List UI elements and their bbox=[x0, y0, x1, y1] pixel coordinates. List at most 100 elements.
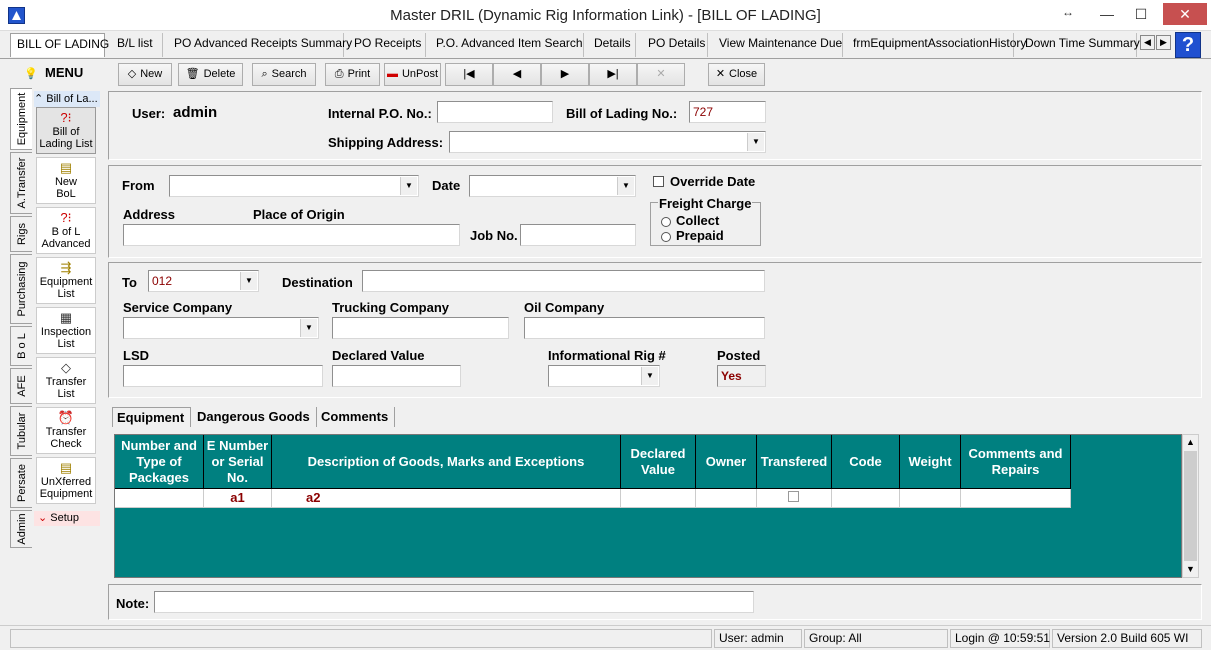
cancel-edit-button[interactable]: ✕ bbox=[637, 63, 685, 86]
nav-unxferred-equipment[interactable]: ▤ UnXferred Equipment bbox=[36, 457, 96, 504]
close-window-button[interactable]: ✕ bbox=[1163, 3, 1207, 25]
scroll-up-icon[interactable]: ▲ bbox=[1183, 435, 1198, 450]
cell-packages[interactable] bbox=[115, 489, 204, 508]
first-record-button[interactable]: |◀ bbox=[445, 63, 493, 86]
col-packages[interactable]: Number and Type of Packages bbox=[115, 435, 204, 489]
col-owner[interactable]: Owner bbox=[696, 435, 757, 489]
status-user: User: admin bbox=[714, 629, 802, 648]
col-transfered[interactable]: Transfered bbox=[757, 435, 832, 489]
previous-record-button[interactable]: ◀ bbox=[493, 63, 541, 86]
tab-view-maintenance-due[interactable]: View Maintenance Due bbox=[713, 33, 843, 57]
address-input[interactable] bbox=[123, 224, 460, 246]
tab-scroll-right-button[interactable]: ▶ bbox=[1156, 35, 1171, 50]
bill-of-lading-group-header[interactable]: ⌃ Bill of La... bbox=[34, 91, 100, 107]
cell-comments[interactable] bbox=[961, 489, 1071, 508]
cell-code[interactable] bbox=[832, 489, 900, 508]
print-button[interactable]: ⎙ Print bbox=[325, 63, 380, 86]
header-panel: User: admin Internal P.O. No.: Bill of L… bbox=[108, 91, 1202, 160]
close-button[interactable]: ✕ Close bbox=[708, 63, 765, 86]
cell-owner[interactable] bbox=[696, 489, 757, 508]
vtab-rigs[interactable]: Rigs bbox=[10, 216, 32, 252]
col-serial[interactable]: E Number or Serial No. bbox=[204, 435, 272, 489]
unpost-button[interactable]: ▬ UnPost bbox=[384, 63, 441, 86]
note-input[interactable] bbox=[154, 591, 754, 613]
menu-label: MENU bbox=[45, 65, 84, 80]
to-panel: To 012 ▼ Destination Service Company ▼ Tr… bbox=[108, 262, 1202, 398]
transfered-checkbox[interactable] bbox=[788, 491, 799, 502]
vtab-bol[interactable]: B o L bbox=[10, 326, 32, 366]
nav-transfer-check[interactable]: ⏰ Transfer Check bbox=[36, 407, 96, 454]
menu-header[interactable]: 💡 MENU bbox=[10, 62, 100, 86]
search-button[interactable]: ⌕ Search bbox=[252, 63, 316, 86]
internal-po-input[interactable] bbox=[437, 101, 553, 123]
prepaid-radio[interactable] bbox=[661, 232, 671, 242]
new-button[interactable]: ◇ New bbox=[118, 63, 172, 86]
bol-number-input[interactable]: 727 bbox=[689, 101, 766, 123]
col-description[interactable]: Description of Goods, Marks and Exceptio… bbox=[272, 435, 621, 489]
tab-po-details[interactable]: PO Details bbox=[642, 33, 708, 57]
job-number-label: Job No. bbox=[470, 228, 518, 243]
subtab-dangerous-goods[interactable]: Dangerous Goods bbox=[193, 407, 317, 427]
nav-bol-advanced[interactable]: ?⁝ B of L Advanced bbox=[36, 207, 96, 254]
tab-po-receipts[interactable]: PO Receipts bbox=[348, 33, 426, 57]
col-weight[interactable]: Weight bbox=[900, 435, 961, 489]
nav-equipment-list[interactable]: ⇶ Equipment List bbox=[36, 257, 96, 304]
tab-equipment-association-history[interactable]: frmEquipmentAssociationHistory bbox=[847, 33, 1026, 57]
cell-description[interactable]: a2 bbox=[272, 489, 621, 508]
vtab-tubular[interactable]: Tubular bbox=[10, 406, 32, 456]
cell-transfered[interactable] bbox=[757, 489, 832, 508]
minimize-button[interactable]: — bbox=[1090, 3, 1124, 25]
nav-inspection-list[interactable]: ▦ Inspection List bbox=[36, 307, 96, 354]
vtab-equipment[interactable]: Equipment bbox=[10, 88, 32, 150]
lsd-input[interactable] bbox=[123, 365, 323, 387]
tab-down-time-summary[interactable]: Down Time Summary bbox=[1019, 33, 1140, 57]
maximize-button[interactable]: ☐ bbox=[1124, 3, 1158, 25]
col-comments[interactable]: Comments and Repairs bbox=[961, 435, 1071, 489]
scroll-down-icon[interactable]: ▼ bbox=[1183, 562, 1198, 577]
help-button[interactable]: ? bbox=[1175, 32, 1201, 58]
setup-group-header[interactable]: ⌄ Setup bbox=[34, 511, 100, 526]
tab-bl-list[interactable]: B/L list bbox=[111, 33, 163, 57]
tab-scroll-left-button[interactable]: ◀ bbox=[1140, 35, 1155, 50]
cell-weight[interactable] bbox=[900, 489, 961, 508]
oil-company-input[interactable] bbox=[524, 317, 765, 339]
vtab-afe[interactable]: AFE bbox=[10, 368, 32, 404]
vtab-admin[interactable]: Admin bbox=[10, 510, 32, 548]
nav-transfer-list[interactable]: ◇ Transfer List bbox=[36, 357, 96, 404]
col-declared-value[interactable]: Declared Value bbox=[621, 435, 696, 489]
vtab-purchasing[interactable]: Purchasing bbox=[10, 254, 32, 324]
to-select[interactable]: 012 ▼ bbox=[148, 270, 259, 292]
declared-value-input[interactable] bbox=[332, 365, 461, 387]
date-picker[interactable]: ▼ bbox=[469, 175, 636, 197]
job-number-input[interactable] bbox=[520, 224, 636, 246]
expand-icon: ⌄ bbox=[38, 512, 48, 524]
last-record-button[interactable]: ▶| bbox=[589, 63, 637, 86]
nav-new-bol[interactable]: ▤ New BoL bbox=[36, 157, 96, 204]
cell-declared-value[interactable] bbox=[621, 489, 696, 508]
grid-scrollbar[interactable]: ▲ ▼ bbox=[1182, 434, 1199, 578]
col-code[interactable]: Code bbox=[832, 435, 900, 489]
shipping-address-select[interactable]: ▼ bbox=[449, 131, 766, 153]
cell-serial[interactable]: a1 bbox=[204, 489, 272, 508]
vtab-persate[interactable]: Persate bbox=[10, 458, 32, 508]
trucking-company-input[interactable] bbox=[332, 317, 509, 339]
subtab-comments[interactable]: Comments bbox=[317, 407, 395, 427]
tab-po-advanced-item-search[interactable]: P.O. Advanced Item Search bbox=[430, 33, 584, 57]
collect-radio[interactable] bbox=[661, 217, 671, 227]
destination-input[interactable] bbox=[362, 270, 765, 292]
vtab-a-transfer[interactable]: A.Transfer bbox=[10, 152, 32, 214]
document-icon: ▤ bbox=[59, 460, 73, 475]
from-select[interactable]: ▼ bbox=[169, 175, 419, 197]
nav-label: List bbox=[57, 388, 75, 400]
service-company-select[interactable]: ▼ bbox=[123, 317, 319, 339]
tab-details[interactable]: Details bbox=[588, 33, 636, 57]
next-record-button[interactable]: ▶ bbox=[541, 63, 589, 86]
tab-bill-of-lading[interactable]: BILL OF LADING bbox=[10, 33, 109, 57]
override-date-checkbox[interactable] bbox=[653, 176, 664, 187]
nav-bill-of-lading-list[interactable]: ?⁝ Bill of Lading List bbox=[36, 107, 96, 154]
informational-rig-select[interactable]: ▼ bbox=[548, 365, 660, 387]
scroll-thumb[interactable] bbox=[1184, 451, 1197, 561]
delete-button[interactable]: 🗑 Delete bbox=[178, 63, 243, 86]
tab-po-advanced-receipts-summary[interactable]: PO Advanced Receipts Summary bbox=[168, 33, 352, 57]
subtab-equipment[interactable]: Equipment bbox=[112, 407, 191, 427]
